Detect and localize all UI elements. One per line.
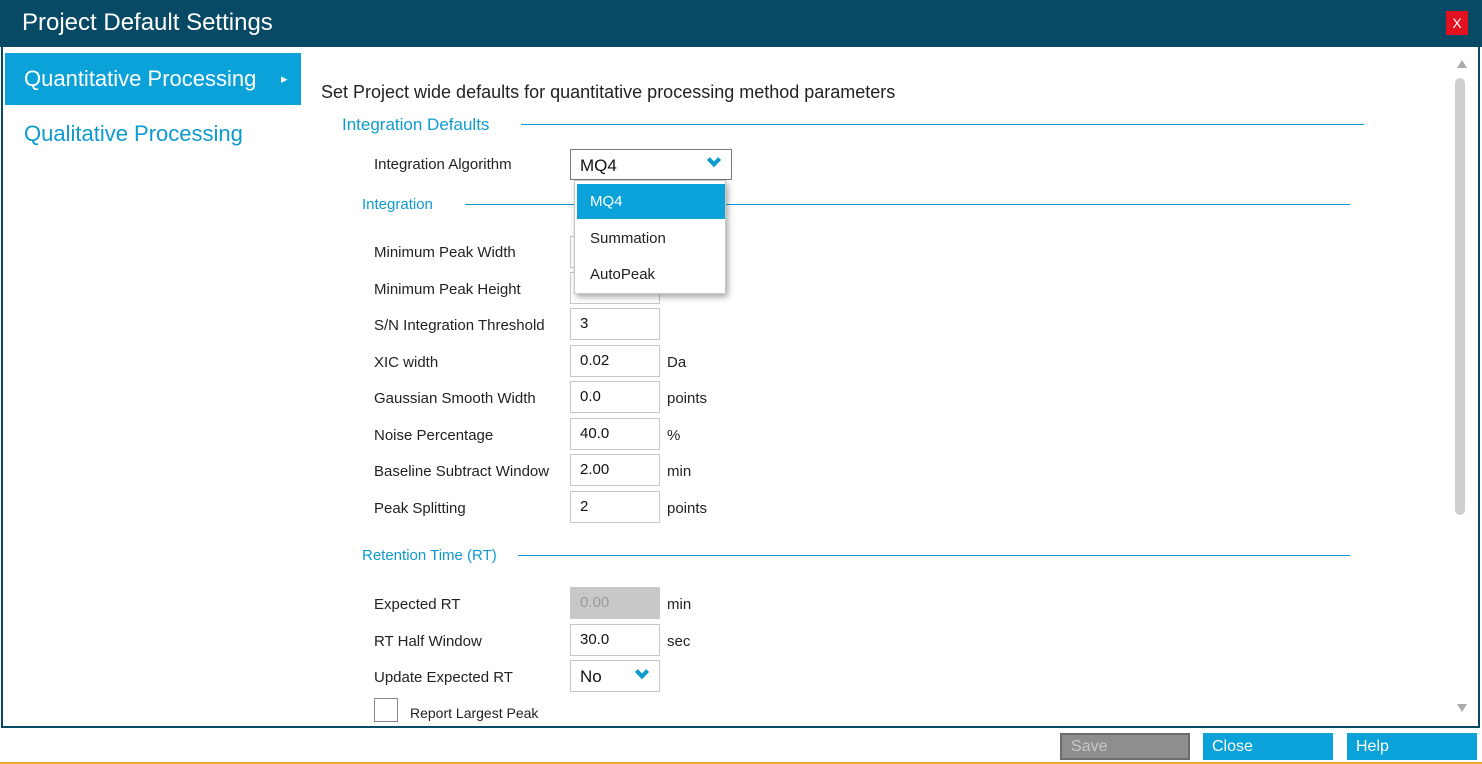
vertical-scrollbar[interactable] [1452, 56, 1472, 720]
xic-width-unit: Da [667, 354, 687, 371]
select-value: MQ4 [580, 156, 617, 175]
min-peak-width-label: Minimum Peak Width [374, 244, 516, 261]
peak-splitting-label: Peak Splitting [374, 500, 466, 517]
noise-percentage-unit: % [667, 427, 681, 444]
gaussian-smooth-label: Gaussian Smooth Width [374, 390, 536, 407]
noise-percentage-label: Noise Percentage [374, 427, 494, 444]
section-heading-integration-defaults: Integration Defaults [342, 115, 490, 134]
nav-item-label: Quantitative Processing [24, 66, 257, 91]
section-heading-integration: Integration [362, 196, 433, 213]
section-divider [521, 124, 1364, 125]
gaussian-smooth-unit: points [667, 390, 708, 407]
integration-algorithm-label: Integration Algorithm [374, 156, 512, 173]
window-title: Project Default Settings [22, 9, 273, 36]
update-expected-rt-select[interactable]: No [570, 660, 660, 692]
sn-threshold-label: S/N Integration Threshold [374, 317, 545, 334]
update-expected-rt-label: Update Expected RT [374, 669, 513, 686]
peak-splitting-input[interactable]: 2 [570, 491, 660, 523]
nav-item-qualitative-processing[interactable]: Qualitative Processing [5, 108, 301, 160]
section-heading-retention-time: Retention Time (RT) [362, 547, 497, 564]
expected-rt-unit: min [667, 596, 692, 613]
integration-algorithm-dropdown: MQ4 Summation AutoPeak [574, 180, 726, 294]
dropdown-option-autopeak[interactable]: AutoPeak [577, 257, 725, 292]
integration-algorithm-select[interactable]: MQ4 [570, 149, 732, 180]
dropdown-option-summation[interactable]: Summation [577, 221, 725, 256]
rt-half-window-unit: sec [667, 633, 691, 650]
chevron-down-icon [634, 664, 650, 680]
min-peak-height-label: Minimum Peak Height [374, 281, 521, 298]
peak-splitting-unit: points [667, 500, 708, 517]
baseline-subtract-unit: min [667, 463, 692, 480]
save-button[interactable]: Save [1060, 733, 1190, 760]
xic-width-input[interactable]: 0.02 [570, 345, 660, 377]
title-bar: Project Default Settings X [0, 0, 1482, 47]
xic-width-label: XIC width [374, 354, 439, 371]
section-divider [518, 555, 1350, 556]
rt-half-window-label: RT Half Window [374, 633, 482, 650]
scroll-up-icon[interactable] [1457, 60, 1467, 68]
dropdown-option-mq4[interactable]: MQ4 [577, 184, 725, 219]
page-description: Set Project wide defaults for quantitati… [321, 82, 896, 102]
noise-percentage-input[interactable]: 40.0 [570, 418, 660, 450]
scrollbar-thumb[interactable] [1455, 78, 1465, 515]
report-largest-peak-label: Report Largest Peak [410, 705, 539, 721]
select-value: No [580, 667, 602, 686]
close-button[interactable]: Close [1203, 733, 1333, 760]
baseline-subtract-label: Baseline Subtract Window [374, 463, 550, 480]
scroll-down-icon[interactable] [1457, 704, 1467, 712]
nav-item-quantitative-processing[interactable]: Quantitative Processing ▸ [5, 53, 301, 105]
gaussian-smooth-input[interactable]: 0.0 [570, 381, 660, 413]
expected-rt-input: 0.00 [570, 587, 660, 619]
rt-half-window-input[interactable]: 30.0 [570, 624, 660, 656]
nav-arrow-icon: ▸ [281, 71, 288, 86]
window-close-button[interactable]: X [1446, 11, 1468, 35]
report-largest-peak-checkbox[interactable] [374, 698, 398, 722]
nav-item-label: Qualitative Processing [24, 121, 243, 146]
baseline-subtract-input[interactable]: 2.00 [570, 454, 660, 486]
chevron-down-icon [706, 152, 722, 168]
help-button[interactable]: Help [1347, 733, 1477, 760]
expected-rt-label: Expected RT [374, 596, 461, 613]
sn-threshold-input[interactable]: 3 [570, 308, 660, 340]
